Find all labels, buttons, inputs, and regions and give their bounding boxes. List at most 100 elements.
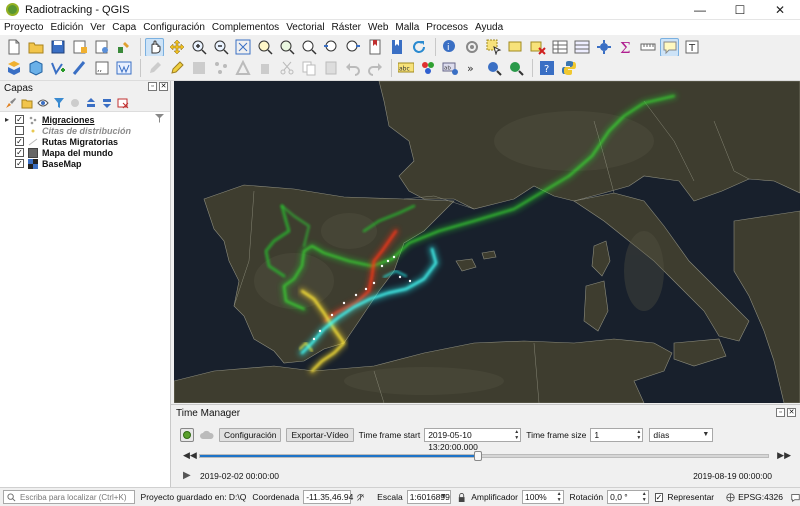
new-geopackage-icon[interactable] xyxy=(26,59,45,78)
text-annotation-icon[interactable]: T xyxy=(682,38,701,57)
float-panel-button[interactable]: ▫ xyxy=(148,82,157,91)
attribute-table-icon[interactable] xyxy=(550,38,569,57)
zoom-layer-icon[interactable] xyxy=(277,38,296,57)
map-canvas[interactable] xyxy=(174,81,800,403)
time-slider-thumb[interactable] xyxy=(474,451,483,461)
locator-search-input[interactable]: Escriba para localizar (Ctrl+K) xyxy=(3,490,135,504)
add-group-icon[interactable] xyxy=(20,97,33,110)
layer-item-rutas[interactable]: ✓ Rutas Migratorias xyxy=(0,136,170,147)
zoom-full-icon[interactable] xyxy=(233,38,252,57)
crs-label[interactable]: EPSG:4326 xyxy=(738,492,783,502)
pin-labels-icon[interactable]: ab xyxy=(440,59,459,78)
layer-item-basemap[interactable]: ✓ BaseMap xyxy=(0,158,170,169)
layer-labeling-icon[interactable] xyxy=(418,59,437,78)
float-panel-button[interactable]: ▫ xyxy=(776,408,785,417)
processing-toolbox-icon[interactable] xyxy=(594,38,613,57)
cut-icon[interactable] xyxy=(277,59,296,78)
close-panel-button[interactable]: ✕ xyxy=(787,408,796,417)
spinner-arrows-icon[interactable]: ▲ ▼ xyxy=(636,429,641,441)
style-paint-icon[interactable] xyxy=(4,97,17,110)
menu-vectorial[interactable]: Vectorial xyxy=(286,21,324,35)
field-calculator-icon[interactable] xyxy=(572,38,591,57)
export-video-button[interactable]: Exportar-Vídeo xyxy=(286,428,354,442)
play-icon[interactable]: ▶ xyxy=(183,470,191,481)
help-icon[interactable]: ? xyxy=(537,59,556,78)
layer-item-citas[interactable]: Citas de distribución xyxy=(0,125,170,136)
zoom-feature-icon[interactable] xyxy=(484,59,503,78)
coordinate-field[interactable]: -11.35,46.94 xyxy=(303,490,353,504)
show-bookmarks-icon[interactable] xyxy=(387,38,406,57)
map-view[interactable] xyxy=(174,81,800,403)
layer-visibility-checkbox[interactable]: ✓ xyxy=(15,115,24,124)
delete-selected-icon[interactable] xyxy=(255,59,274,78)
time-manager-toggle-button[interactable] xyxy=(180,428,194,442)
new-print-layout-icon[interactable] xyxy=(70,38,89,57)
identify-icon[interactable]: i xyxy=(440,38,459,57)
select-features-icon[interactable] xyxy=(484,38,503,57)
layer-visibility-checkbox[interactable] xyxy=(15,126,24,135)
menu-proyecto[interactable]: Proyecto xyxy=(4,21,43,35)
expand-all-icon[interactable] xyxy=(84,97,97,110)
toggle-extents-icon[interactable] xyxy=(356,492,365,503)
time-unit-select[interactable]: días ▼ xyxy=(649,428,714,442)
menu-ayuda[interactable]: Ayuda xyxy=(475,21,503,35)
render-checkbox[interactable]: ✓ xyxy=(654,492,664,502)
add-delimited-text-icon[interactable]: ,, xyxy=(92,59,111,78)
style-manager-icon[interactable] xyxy=(114,38,133,57)
manage-visibility-icon[interactable] xyxy=(36,97,49,110)
menu-complementos[interactable]: Complementos xyxy=(212,21,279,35)
menu-configuracion[interactable]: Configuración xyxy=(143,21,205,35)
crs-globe-icon[interactable] xyxy=(726,492,735,503)
collapse-all-icon[interactable] xyxy=(100,97,113,110)
lock-icon[interactable] xyxy=(458,492,465,503)
remove-layer-icon[interactable] xyxy=(116,97,129,110)
zoom-feature-next-icon[interactable] xyxy=(506,59,525,78)
maximize-button[interactable]: ☐ xyxy=(720,0,760,20)
deselect-icon[interactable] xyxy=(528,38,547,57)
more-tools-icon[interactable]: » xyxy=(462,59,481,78)
spinner-arrows-icon[interactable]: ▲ ▼ xyxy=(557,491,562,503)
save-edits-icon[interactable] xyxy=(189,59,208,78)
pan-hand-icon[interactable] xyxy=(145,37,164,57)
layer-visibility-checkbox[interactable]: ✓ xyxy=(15,159,24,168)
frame-start-field[interactable]: 2019-05-10 13:20:00.000 ▲ ▼ xyxy=(424,428,522,452)
open-project-icon[interactable] xyxy=(26,38,45,57)
zoom-out-icon[interactable] xyxy=(211,38,230,57)
undo-icon[interactable] xyxy=(343,59,362,78)
add-raster-icon[interactable] xyxy=(70,59,89,78)
new-project-icon[interactable] xyxy=(4,38,23,57)
time-slider[interactable]: ◀◀ ▶▶ xyxy=(183,450,791,462)
menu-capa[interactable]: Capa xyxy=(112,21,136,35)
close-button[interactable]: ✕ xyxy=(760,0,800,20)
select-value-icon[interactable] xyxy=(506,38,525,57)
map-tips-icon[interactable] xyxy=(660,37,679,57)
add-vector-icon[interactable] xyxy=(48,59,67,78)
cloud-icon[interactable] xyxy=(200,430,214,440)
new-bookmark-icon[interactable] xyxy=(365,38,384,57)
actions-icon[interactable] xyxy=(462,38,481,57)
menu-web[interactable]: Web xyxy=(368,21,388,35)
filter-expression-icon[interactable] xyxy=(68,97,81,110)
time-slider-track[interactable] xyxy=(199,451,769,461)
copy-icon[interactable] xyxy=(299,59,318,78)
layer-visibility-checkbox[interactable]: ✓ xyxy=(15,148,24,157)
close-panel-button[interactable]: ✕ xyxy=(159,82,168,91)
label-abc-icon[interactable]: abc xyxy=(396,59,415,78)
add-feature-icon[interactable] xyxy=(211,59,230,78)
layer-item-mapa-mundo[interactable]: ✓ Mapa del mundo xyxy=(0,147,170,158)
measure-icon[interactable] xyxy=(638,38,657,57)
magnifier-field[interactable]: 100% ▲ ▼ xyxy=(522,490,564,504)
data-source-manager-icon[interactable] xyxy=(4,59,23,78)
zoom-in-icon[interactable] xyxy=(189,38,208,57)
step-forward-icon[interactable]: ▶▶ xyxy=(777,450,791,461)
filter-legend-icon[interactable] xyxy=(52,97,65,110)
menu-raster[interactable]: Ráster xyxy=(332,21,361,35)
minimize-button[interactable]: — xyxy=(680,0,720,20)
zoom-next-icon[interactable] xyxy=(343,38,362,57)
current-edits-icon[interactable] xyxy=(145,59,164,78)
step-back-icon[interactable]: ◀◀ xyxy=(183,450,197,461)
expand-arrow-icon[interactable]: ▸ xyxy=(3,115,11,124)
menu-malla[interactable]: Malla xyxy=(395,21,419,35)
rotation-field[interactable]: 0,0 ° ▲ ▼ xyxy=(607,490,649,504)
layout-manager-icon[interactable] xyxy=(92,38,111,57)
